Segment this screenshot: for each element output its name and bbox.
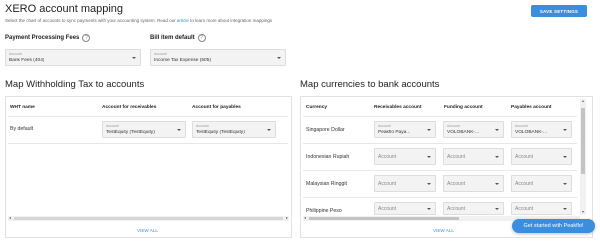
select-placeholder: Account	[515, 153, 534, 160]
select-placeholder: Account	[447, 180, 466, 187]
page-title: XERO account mapping	[5, 3, 124, 15]
select-field-value: VOLOBANK-...	[515, 129, 547, 135]
select-placeholder: Account	[378, 153, 397, 160]
wht-receivables-select[interactable]: Account TestEquity (TestEquity)	[102, 121, 186, 138]
currency-name: Indonesian Rupiah	[306, 154, 350, 160]
wht-receivables-header: Account for receivables	[102, 105, 157, 110]
chevron-down-icon	[495, 207, 499, 210]
select-field-label: Account	[515, 124, 528, 128]
bill-item-account-select[interactable]: Account Income Tax Expense (505)	[150, 49, 286, 66]
select-placeholder: Account	[378, 205, 397, 212]
divider	[303, 197, 577, 198]
chevron-down-icon	[495, 128, 499, 131]
select-field-value: TestEquity (TestEquity)	[106, 129, 155, 135]
divider	[8, 143, 288, 144]
wht-row-name: By default	[10, 126, 34, 132]
chevron-down-icon	[427, 207, 431, 210]
receivables-account-select[interactable]: Account	[374, 202, 436, 215]
fees-field-label: Account	[9, 52, 22, 56]
chevron-down-icon	[563, 155, 567, 158]
chevron-down-icon	[563, 207, 567, 210]
scrollbar-thumb[interactable]	[14, 217, 283, 220]
bill-item-field-label: Account	[154, 52, 167, 56]
chevron-down-icon	[277, 56, 281, 59]
payables-account-header: Payables account	[511, 105, 552, 110]
chevron-down-icon	[267, 128, 271, 131]
scroll-up-icon[interactable]	[581, 100, 584, 102]
payables-account-select[interactable]: Account VOLOBANK-...	[511, 121, 572, 138]
chevron-down-icon	[495, 182, 499, 185]
scrollbar-thumb[interactable]	[309, 217, 459, 220]
chevron-down-icon	[132, 56, 136, 59]
currency-name: Philippine Peso	[306, 208, 342, 214]
divider	[303, 170, 577, 171]
chevron-down-icon	[563, 128, 567, 131]
scroll-down-icon[interactable]	[581, 211, 584, 213]
withholding-section-title: Map Withholding Tax to accounts	[5, 79, 145, 90]
subtitle-text-start: Select the chart of accounts to sync pay…	[5, 18, 177, 23]
receivables-account-select[interactable]: Account	[374, 148, 436, 165]
chevron-down-icon	[427, 128, 431, 131]
select-placeholder: Account	[515, 180, 534, 187]
currency-name: Singapore Dollar	[306, 127, 345, 133]
fees-label-row: Payment Processing Fees ?	[5, 34, 91, 42]
chevron-down-icon	[427, 182, 431, 185]
get-started-chat-button[interactable]: Get started with Peakflo!	[512, 219, 595, 233]
select-field-label: Account	[447, 124, 460, 128]
funding-account-select[interactable]: Account	[443, 175, 504, 192]
currency-name: Malaysian Ringgit	[306, 181, 347, 187]
receivables-account-select[interactable]: Account	[374, 175, 436, 192]
select-field-label: Account	[196, 124, 209, 128]
chevron-down-icon	[427, 155, 431, 158]
chevron-down-icon	[495, 155, 499, 158]
payables-account-select[interactable]: Account	[511, 148, 572, 165]
save-settings-button[interactable]: SAVE SETTINGS	[531, 5, 587, 17]
fees-field-value: Bank Fees (404)	[9, 57, 45, 63]
select-field-label: Account	[378, 124, 391, 128]
wht-payables-select[interactable]: Account TestEquity (TestEquity)	[192, 121, 276, 138]
scrollbar-thumb[interactable]	[581, 108, 585, 174]
chevron-down-icon	[563, 182, 567, 185]
wht-view-all-link[interactable]: VIEW ALL	[137, 228, 158, 233]
wht-payables-header: Account for payables	[192, 105, 241, 110]
funding-account-select[interactable]: Account VOLOBANK-...	[443, 121, 504, 138]
scroll-left-icon[interactable]	[9, 217, 11, 219]
help-icon[interactable]: ?	[197, 34, 206, 42]
payables-account-select[interactable]: Account	[511, 202, 572, 215]
divider	[8, 116, 288, 117]
select-placeholder: Account	[447, 205, 466, 212]
scroll-left-icon[interactable]	[304, 217, 306, 219]
bill-item-label-row: Bill item default ?	[150, 34, 206, 42]
scroll-right-icon[interactable]	[286, 217, 288, 219]
select-placeholder: Account	[378, 180, 397, 187]
article-link[interactable]: article	[177, 18, 189, 23]
payables-account-select[interactable]: Account	[511, 175, 572, 192]
select-field-label: Account	[106, 124, 119, 128]
fees-account-select[interactable]: Account Bank Fees (404)	[5, 49, 141, 66]
currency-header: Currency	[306, 105, 328, 110]
select-placeholder: Account	[447, 153, 466, 160]
select-field-value: TestEquity (TestEquity)	[196, 129, 245, 135]
wht-name-header: WHT name	[10, 105, 35, 110]
funding-account-header: Funding account	[444, 105, 483, 110]
chevron-down-icon	[177, 128, 181, 131]
receivables-account-select[interactable]: Account Peakflo Paya...	[374, 121, 436, 138]
currencies-view-all-link[interactable]: VIEW ALL	[433, 228, 454, 233]
bill-item-label: Bill item default	[150, 35, 195, 41]
divider	[303, 143, 577, 144]
select-placeholder: Account	[515, 205, 534, 212]
bill-item-field-value: Income Tax Expense (505)	[154, 57, 211, 63]
select-field-value: VOLOBANK-...	[447, 129, 479, 135]
funding-account-select[interactable]: Account	[443, 202, 504, 215]
funding-account-select[interactable]: Account	[443, 148, 504, 165]
help-icon[interactable]: ?	[82, 34, 91, 42]
currencies-section-title: Map currencies to bank accounts	[300, 79, 440, 90]
receivables-account-header: Receivables account	[374, 105, 422, 110]
divider	[303, 116, 577, 117]
select-field-value: Peakflo Paya...	[378, 129, 411, 135]
fees-label: Payment Processing Fees	[5, 35, 80, 41]
page-subtitle: Select the chart of accounts to sync pay…	[5, 18, 272, 23]
subtitle-text-end: to learn more about integration mappings	[188, 18, 273, 23]
